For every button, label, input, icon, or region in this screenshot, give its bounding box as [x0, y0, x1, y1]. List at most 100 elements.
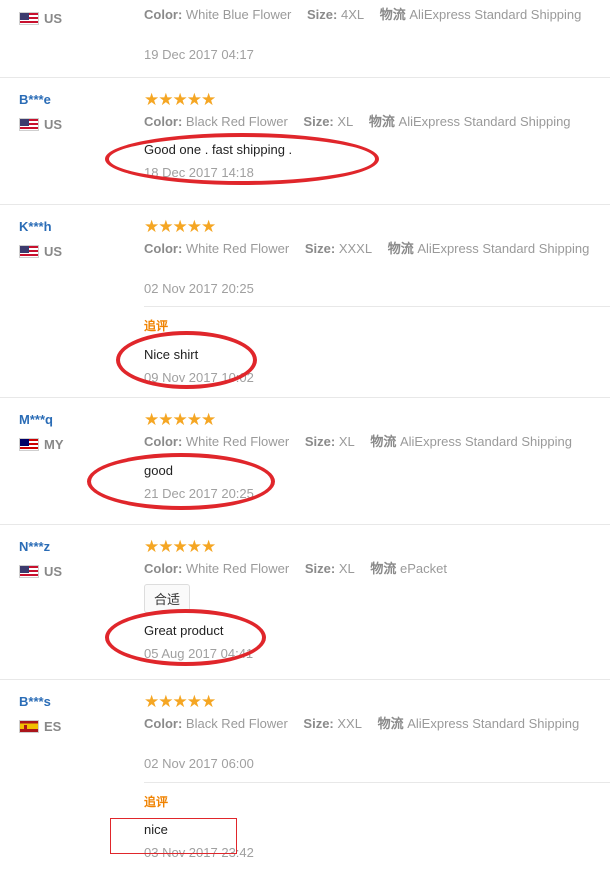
reviewer-info: B***s ES: [19, 694, 61, 734]
us-flag-icon: [19, 117, 39, 131]
color-value: White Red Flower: [185, 241, 290, 256]
color-value: Black Red Flower: [185, 716, 288, 731]
size-label: Size:: [303, 716, 334, 731]
review-date: 02 Nov 2017 06:00: [144, 756, 254, 771]
shipping-value: AliExpress Standard Shipping: [407, 716, 580, 731]
product-attributes: Color: Black Red Flower Size: XL 物流 AliE…: [144, 114, 604, 130]
review-date: 19 Dec 2017 04:17: [144, 47, 254, 62]
size-value: 4XL: [340, 7, 365, 22]
star-rating-icon: ★★★★★: [144, 217, 216, 236]
shipping-value: ePacket: [399, 561, 447, 576]
color-label: Color:: [144, 716, 183, 731]
size-value: XL: [338, 434, 355, 449]
shipping-value: AliExpress Standard Shipping: [399, 434, 572, 449]
product-attributes: Color: White Red Flower Size: XL 物流 AliE…: [144, 434, 604, 450]
review-date: 02 Nov 2017 20:25: [144, 281, 254, 296]
color-value: White Red Flower: [185, 434, 290, 449]
shipping-label: 物流: [370, 434, 397, 449]
country-code: US: [44, 10, 63, 26]
review-content: ★★★★★ Color: White Red Flower Size: XL 物…: [144, 537, 604, 662]
followup-section: 追评 nice 03 Nov 2017 23:42: [144, 794, 254, 861]
shipping-label: 物流: [368, 114, 395, 129]
review-content: ★★★★★ Color: Black Red Flower Size: XXL …: [144, 692, 604, 772]
malaysia-flag-icon: [19, 437, 39, 451]
followup-text: Nice shirt: [144, 347, 199, 362]
color-value: White Blue Flower: [185, 7, 292, 22]
review-text: Good one . fast shipping .: [144, 142, 293, 157]
review-date: 18 Dec 2017 14:18: [144, 165, 254, 180]
size-label: Size:: [304, 241, 336, 256]
followup-text: nice: [144, 822, 168, 837]
followup-section: 追评 Nice shirt 09 Nov 2017 10:02: [144, 318, 254, 386]
divider: [0, 204, 610, 205]
divider: [0, 397, 610, 398]
followup-date: 09 Nov 2017 10:02: [144, 370, 254, 385]
shipping-value: AliExpress Standard Shipping: [398, 114, 571, 129]
review-tag[interactable]: 合适: [144, 584, 191, 613]
country-code: US: [44, 563, 63, 579]
country-code: US: [44, 116, 63, 132]
size-value: XL: [337, 114, 354, 129]
size-label: Size:: [304, 561, 336, 576]
product-attributes: Color: White Red Flower Size: XXXL 物流 Al…: [144, 241, 604, 257]
shipping-label: 物流: [379, 7, 406, 22]
reviewer-country: US: [19, 10, 62, 26]
divider: [0, 77, 610, 78]
color-label: Color:: [144, 7, 183, 22]
reviewer-country: US: [19, 243, 62, 259]
review-date: 21 Dec 2017 20:25: [144, 486, 254, 501]
color-label: Color:: [144, 114, 183, 129]
us-flag-icon: [19, 564, 39, 578]
reviewer-country: US: [19, 116, 62, 132]
reviewer-info: N***z US: [19, 539, 62, 579]
reviewer-name[interactable]: B***s: [19, 694, 61, 710]
divider: [0, 524, 610, 525]
reviewer-info: K***h US: [19, 219, 62, 259]
divider: [0, 679, 610, 680]
us-flag-icon: [19, 244, 39, 258]
reviewer-name[interactable]: M***q: [19, 412, 64, 428]
size-value: XXXL: [338, 241, 373, 256]
color-label: Color:: [144, 561, 183, 576]
reviewer-info: M***q MY: [19, 412, 64, 452]
reviewer-info: US: [19, 10, 62, 26]
review-content: ★★★★★ Color: White Red Flower Size: XL 物…: [144, 410, 604, 502]
star-rating-icon: ★★★★★: [144, 90, 216, 109]
size-label: Size:: [304, 434, 336, 449]
shipping-label: 物流: [377, 716, 404, 731]
reviewer-name[interactable]: N***z: [19, 539, 62, 555]
shipping-value: AliExpress Standard Shipping: [417, 241, 590, 256]
followup-divider: [144, 306, 610, 307]
review-content: ★★★★★ Color: Black Red Flower Size: XL 物…: [144, 90, 604, 181]
product-attributes: Color: White Red Flower Size: XL 物流 ePac…: [144, 561, 604, 577]
review-date: 05 Aug 2017 04:41: [144, 646, 254, 661]
shipping-label: 物流: [370, 561, 397, 576]
star-rating-icon: ★★★★★: [144, 692, 216, 711]
reviewer-name[interactable]: K***h: [19, 219, 62, 235]
color-value: Black Red Flower: [185, 114, 288, 129]
followup-divider: [144, 782, 610, 783]
reviewer-country: US: [19, 563, 62, 579]
spain-flag-icon: [19, 719, 39, 733]
reviewer-info: B***e US: [19, 92, 62, 132]
size-label: Size:: [307, 7, 338, 22]
size-label: Size:: [303, 114, 334, 129]
star-rating-icon: ★★★★★: [144, 410, 216, 429]
product-attributes: Color: Black Red Flower Size: XXL 物流 Ali…: [144, 716, 604, 732]
size-value: XXL: [337, 716, 362, 731]
reviewer-country: MY: [19, 436, 64, 452]
review-content: Color: White Blue Flower Size: 4XL 物流 Al…: [144, 7, 604, 63]
star-rating-icon: ★★★★★: [144, 537, 216, 556]
country-code: MY: [44, 436, 64, 452]
review-text: good: [144, 463, 173, 478]
followup-label: 追评: [144, 795, 169, 809]
review-text: Great product: [144, 623, 224, 638]
shipping-value: AliExpress Standard Shipping: [409, 7, 582, 22]
color-label: Color:: [144, 241, 183, 256]
country-code: ES: [44, 718, 62, 734]
color-label: Color:: [144, 434, 183, 449]
reviewer-name[interactable]: B***e: [19, 92, 62, 108]
followup-label: 追评: [144, 319, 169, 333]
country-code: US: [44, 243, 63, 259]
review-content: ★★★★★ Color: White Red Flower Size: XXXL…: [144, 217, 604, 297]
